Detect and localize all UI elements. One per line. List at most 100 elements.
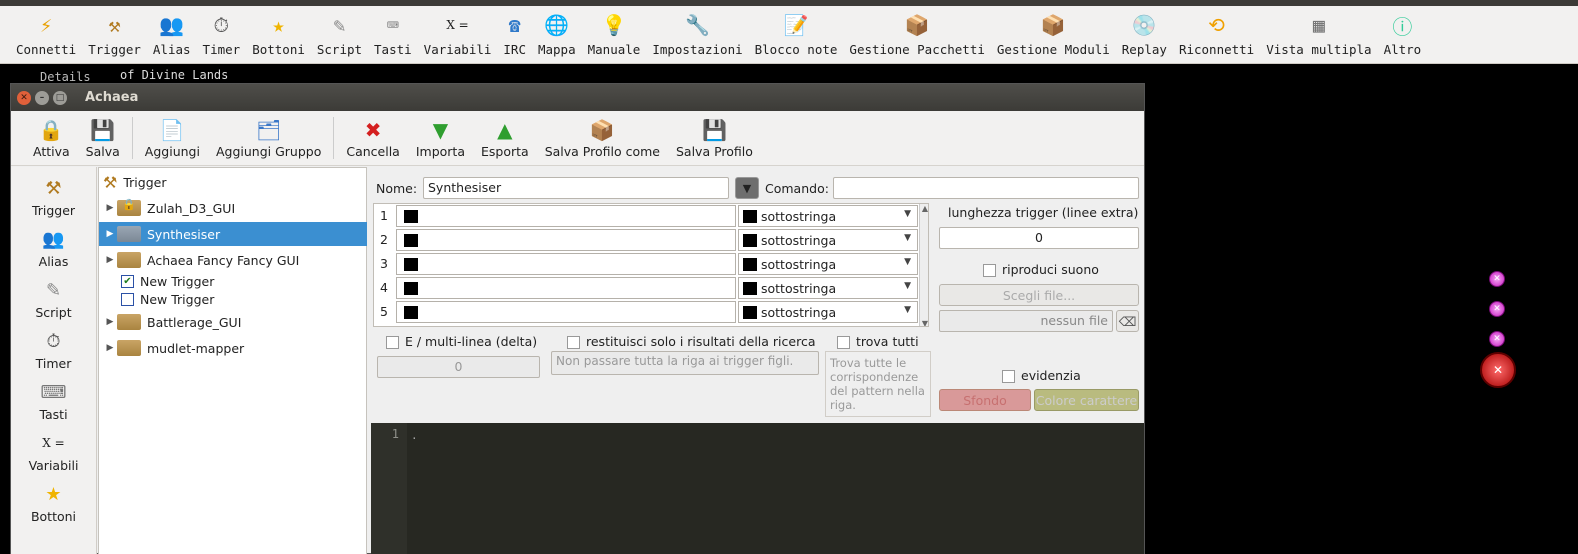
code-content[interactable]: .	[411, 429, 418, 442]
foreground-color-button[interactable]: Colore carattere	[1034, 389, 1139, 411]
pattern-input[interactable]	[396, 229, 736, 251]
toolbar-altro[interactable]: ⓘ Altro	[1378, 0, 1428, 64]
color-swatch[interactable]	[404, 234, 418, 247]
expand-arrow-icon[interactable]: ▶	[103, 229, 117, 239]
left-item-bottoni[interactable]: ★ Bottoni	[11, 473, 96, 525]
find-all-option[interactable]: trova tutti	[837, 334, 919, 349]
pattern-type-select[interactable]: sottostringa ▼	[738, 229, 918, 251]
color-swatch[interactable]	[404, 210, 418, 223]
color-swatch[interactable]	[404, 306, 418, 319]
choose-file-button[interactable]: Scegli file...	[939, 284, 1139, 306]
save-profile-button[interactable]: 💾 Salva Profilo	[668, 116, 761, 165]
tree-item-new-trigger-1[interactable]: ✔ New Trigger	[121, 272, 214, 290]
toolbar-trigger[interactable]: ⚒ Trigger	[82, 0, 147, 64]
window-close-button[interactable]: ✕	[17, 90, 31, 105]
type-dropdown-button[interactable]: ▼	[735, 177, 759, 199]
delete-button[interactable]: ✖ Cancella	[338, 116, 407, 165]
checked-checkbox-icon[interactable]: ✔	[121, 274, 134, 288]
color-swatch[interactable]	[404, 258, 418, 271]
pattern-input[interactable]	[396, 277, 736, 299]
script-code-editor[interactable]: 1 .	[371, 423, 1144, 554]
chevron-down-icon: ▼	[904, 233, 911, 243]
checkbox-icon[interactable]	[567, 336, 580, 349]
game-button-2[interactable]: ✕	[1489, 301, 1505, 317]
tree-root[interactable]: ⚒ Trigger	[103, 170, 166, 194]
left-item-trigger[interactable]: ⚒ Trigger	[11, 167, 96, 219]
left-item-timer[interactable]: ⏱ Timer	[11, 320, 96, 372]
toolbar-gestione-moduli[interactable]: 📦 Gestione Moduli	[991, 0, 1116, 64]
trigger-tree[interactable]: ⚒ Trigger ▶ Zulah_D3_GUI ▶ Synthesiser ▶…	[98, 167, 367, 554]
toolbar-impostazioni[interactable]: 🔧 Impostazioni	[646, 0, 748, 64]
pattern-type-select[interactable]: sottostringa ▼	[738, 277, 918, 299]
import-button[interactable]: ▼ Importa	[408, 116, 473, 165]
expand-arrow-icon[interactable]: ▶	[103, 203, 117, 213]
clear-file-button[interactable]: ⌫	[1116, 310, 1139, 332]
checkbox-icon[interactable]	[386, 336, 399, 349]
window-maximize-button[interactable]: □	[53, 90, 67, 105]
pattern-type-select[interactable]: sottostringa ▼	[738, 301, 918, 323]
tree-item-achaea-fancy[interactable]: ▶ Achaea Fancy Fancy GUI	[103, 248, 299, 272]
add-group-icon: 🗂	[255, 118, 282, 142]
save-icon: 💾	[90, 118, 116, 142]
tree-item-battlerage[interactable]: ▶ Battlerage_GUI	[103, 310, 241, 334]
toolbar-connetti[interactable]: ⚡ Connetti	[10, 0, 82, 64]
toolbar-alias[interactable]: 👥 Alias	[147, 0, 197, 64]
activate-button[interactable]: 🔒 Attiva	[25, 116, 78, 165]
expand-arrow-icon[interactable]: ▶	[103, 343, 117, 353]
left-item-script[interactable]: ✎ Script	[11, 269, 96, 321]
toolbar-script[interactable]: ✎ Script	[311, 0, 368, 64]
highlight-option[interactable]: evidenzia	[1002, 368, 1081, 383]
add-group-button[interactable]: 🗂 Aggiungi Gruppo	[208, 116, 329, 165]
background-color-button[interactable]: Sfondo	[939, 389, 1031, 411]
pattern-scrollbar[interactable]: ▲ ▼	[919, 204, 928, 326]
save-profile-as-button[interactable]: 📦 Salva Profilo come	[537, 116, 668, 165]
pattern-type-select[interactable]: sottostringa ▼	[738, 253, 918, 275]
toolbar-bottoni[interactable]: ★ Bottoni	[246, 0, 311, 64]
tree-item-mudlet-mapper[interactable]: ▶ mudlet-mapper	[103, 336, 244, 360]
scroll-down-icon[interactable]: ▼	[920, 319, 928, 326]
color-swatch[interactable]	[404, 282, 418, 295]
toolbar-blocco-note[interactable]: 📝 Blocco note	[749, 0, 844, 64]
game-red-orb-button[interactable]: ✕	[1480, 352, 1516, 388]
checkbox-icon[interactable]	[121, 292, 134, 306]
pattern-type-select[interactable]: sottostringa ▼	[738, 205, 918, 227]
tree-item-synthesiser[interactable]: ▶ Synthesiser	[99, 222, 367, 246]
command-input[interactable]	[833, 177, 1139, 199]
left-item-variabili[interactable]: X = Variabili	[11, 422, 96, 473]
checkbox-icon[interactable]	[983, 264, 996, 277]
scroll-up-icon[interactable]: ▲	[920, 204, 928, 213]
checkbox-icon[interactable]	[837, 336, 850, 349]
trigger-length-spinbox[interactable]: 0	[939, 227, 1139, 249]
pattern-input[interactable]	[396, 205, 736, 227]
toolbar-gestione-pacchetti[interactable]: 📦 Gestione Pacchetti	[843, 0, 990, 64]
window-titlebar[interactable]: ✕ – □ Achaea	[11, 84, 1144, 111]
game-button-3[interactable]: ✕	[1489, 331, 1505, 347]
expand-arrow-icon[interactable]: ▶	[103, 255, 117, 265]
export-button[interactable]: ▲ Esporta	[473, 116, 537, 165]
tree-item-new-trigger-2[interactable]: New Trigger	[121, 290, 214, 308]
toolbar-replay[interactable]: 💿 Replay	[1116, 0, 1173, 64]
expand-arrow-icon[interactable]: ▶	[103, 317, 117, 327]
toolbar-mappa[interactable]: 🌐 Mappa	[532, 0, 582, 64]
name-input[interactable]: Synthesiser	[423, 177, 729, 199]
pattern-input[interactable]	[396, 301, 736, 323]
multiline-option[interactable]: E / multi-linea (delta)	[386, 334, 537, 349]
toolbar-timer[interactable]: ⏱ Timer	[197, 0, 247, 64]
toolbar-variabili[interactable]: X = Variabili	[418, 0, 498, 64]
window-minimize-button[interactable]: –	[35, 90, 49, 105]
tree-item-zulah[interactable]: ▶ Zulah_D3_GUI	[103, 196, 235, 220]
left-item-alias[interactable]: 👥 Alias	[11, 218, 96, 270]
checkbox-icon[interactable]	[1002, 370, 1015, 383]
toolbar-tasti[interactable]: ⌨ Tasti	[368, 0, 418, 64]
toolbar-manuale[interactable]: 💡 Manuale	[582, 0, 647, 64]
game-button-1[interactable]: ✕	[1489, 271, 1505, 287]
save-button[interactable]: 💾 Salva	[78, 116, 128, 165]
play-sound-option[interactable]: riproduci suono	[983, 262, 1099, 277]
return-results-option[interactable]: restituisci solo i risultati della ricer…	[567, 334, 815, 349]
add-button[interactable]: 📄 Aggiungi	[137, 116, 208, 165]
toolbar-irc[interactable]: ☎ IRC	[497, 0, 532, 64]
pattern-input[interactable]	[396, 253, 736, 275]
toolbar-riconnetti[interactable]: ⟲ Riconnetti	[1173, 0, 1260, 64]
toolbar-vista-multipla[interactable]: ▦ Vista multipla	[1260, 0, 1377, 64]
left-item-tasti[interactable]: ⌨ Tasti	[11, 371, 96, 423]
